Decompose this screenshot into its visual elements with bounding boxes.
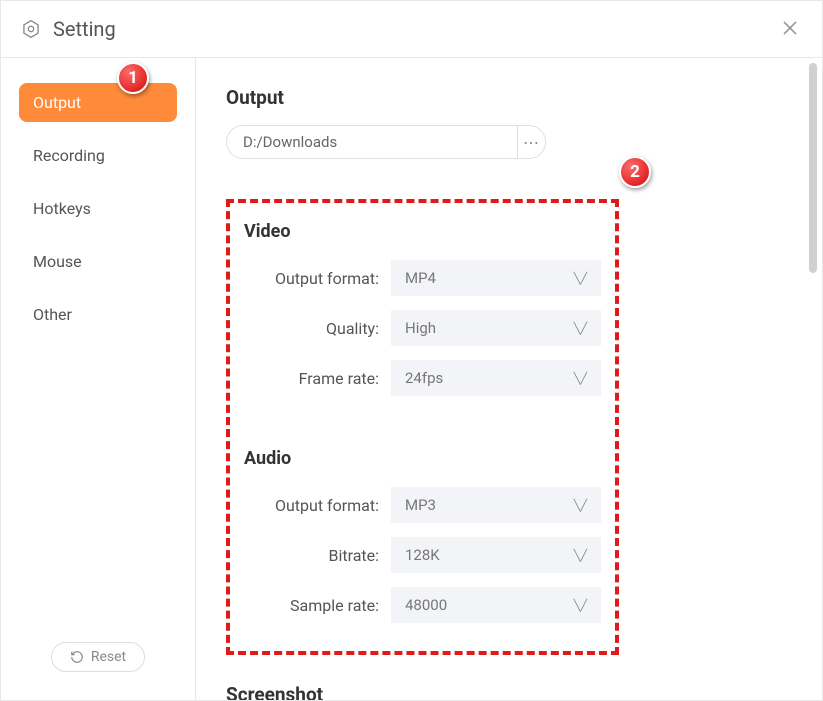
output-path-value[interactable]: D:/Downloads	[227, 126, 517, 158]
sidebar-item-label: Mouse	[33, 252, 82, 271]
audio-bitrate-row: Bitrate: 128K ╲╱	[244, 537, 601, 573]
sidebar-item-mouse[interactable]: Mouse	[19, 242, 177, 281]
window-header: Setting	[1, 1, 822, 58]
video-quality-value: High	[405, 319, 436, 337]
audio-format-label: Output format:	[244, 496, 379, 515]
callout-number: 2	[630, 162, 640, 182]
video-format-value: MP4	[405, 269, 436, 287]
chevron-down-icon: ╲╱	[574, 322, 587, 335]
sidebar-item-output[interactable]: Output	[19, 83, 177, 122]
close-icon	[782, 20, 798, 36]
output-path-row: D:/Downloads ⋯	[226, 125, 792, 159]
settings-icon	[21, 19, 41, 39]
header-left: Setting	[21, 17, 116, 41]
chevron-down-icon: ╲╱	[574, 549, 587, 562]
audio-section-title: Audio	[244, 448, 601, 469]
spacer	[244, 410, 601, 448]
screenshot-section-title: Screenshot	[226, 683, 792, 700]
video-section-title: Video	[244, 221, 601, 242]
sidebar-item-other[interactable]: Other	[19, 295, 177, 334]
video-quality-row: Quality: High ╲╱	[244, 310, 601, 346]
window-title: Setting	[53, 17, 116, 41]
main-area: Output Recording Hotkeys Mouse Other Res…	[1, 58, 822, 700]
scrollbar[interactable]	[809, 63, 817, 273]
audio-samplerate-label: Sample rate:	[244, 596, 379, 615]
audio-format-value: MP3	[405, 496, 436, 514]
annotation-callout-2: 2	[619, 156, 651, 188]
sidebar-item-label: Recording	[33, 146, 105, 165]
content-panel: Output D:/Downloads ⋯ Video Output forma…	[196, 58, 822, 700]
sidebar-item-recording[interactable]: Recording	[19, 136, 177, 175]
sidebar-item-label: Other	[33, 305, 72, 324]
ellipsis-icon: ⋯	[523, 133, 540, 152]
reset-button[interactable]: Reset	[51, 642, 145, 672]
video-quality-dropdown[interactable]: High ╲╱	[391, 310, 601, 346]
video-framerate-label: Frame rate:	[244, 369, 379, 388]
audio-bitrate-value: 128K	[405, 546, 440, 564]
video-format-dropdown[interactable]: MP4 ╲╱	[391, 260, 601, 296]
audio-format-row: Output format: MP3 ╲╱	[244, 487, 601, 523]
chevron-down-icon: ╲╱	[574, 599, 587, 612]
audio-samplerate-value: 48000	[405, 596, 447, 614]
output-path-field: D:/Downloads ⋯	[226, 125, 546, 159]
callout-number: 1	[128, 68, 138, 88]
annotation-callout-1: 1	[117, 62, 149, 94]
video-quality-label: Quality:	[244, 319, 379, 338]
annotation-dashed-box: Video Output format: MP4 ╲╱ Quality: Hig…	[226, 199, 619, 655]
sidebar-item-label: Output	[33, 93, 81, 112]
chevron-down-icon: ╲╱	[574, 372, 587, 385]
audio-bitrate-dropdown[interactable]: 128K ╲╱	[391, 537, 601, 573]
video-framerate-value: 24fps	[405, 369, 443, 387]
reset-label: Reset	[91, 649, 126, 665]
audio-bitrate-label: Bitrate:	[244, 546, 379, 565]
audio-samplerate-dropdown[interactable]: 48000 ╲╱	[391, 587, 601, 623]
audio-samplerate-row: Sample rate: 48000 ╲╱	[244, 587, 601, 623]
close-button[interactable]	[778, 15, 802, 43]
sidebar: Output Recording Hotkeys Mouse Other Res…	[1, 58, 196, 700]
video-framerate-dropdown[interactable]: 24fps ╲╱	[391, 360, 601, 396]
audio-format-dropdown[interactable]: MP3 ╲╱	[391, 487, 601, 523]
output-path-browse-button[interactable]: ⋯	[517, 126, 545, 158]
video-format-row: Output format: MP4 ╲╱	[244, 260, 601, 296]
sidebar-item-label: Hotkeys	[33, 199, 91, 218]
video-format-label: Output format:	[244, 269, 379, 288]
reset-icon	[70, 650, 84, 664]
video-framerate-row: Frame rate: 24fps ╲╱	[244, 360, 601, 396]
section-title-output: Output	[226, 86, 792, 109]
chevron-down-icon: ╲╱	[574, 272, 587, 285]
chevron-down-icon: ╲╱	[574, 499, 587, 512]
sidebar-item-hotkeys[interactable]: Hotkeys	[19, 189, 177, 228]
